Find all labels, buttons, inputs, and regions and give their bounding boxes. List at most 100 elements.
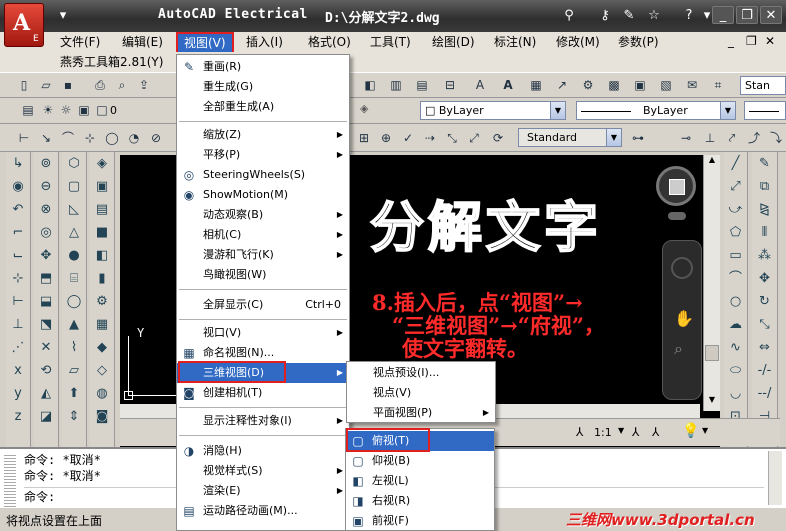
menu-item-render[interactable]: 渲染(E) ▶ — [177, 481, 349, 501]
menu-item-clean-screen[interactable]: 全屏显示(C) Ctrl+0 — [177, 295, 349, 315]
menu-tools[interactable]: 工具(T) — [367, 34, 414, 51]
pyramid-icon[interactable]: ▲ — [63, 314, 85, 336]
dimension-style-combo[interactable]: Standard ▼ — [518, 128, 622, 147]
stack-icon[interactable]: ▤ — [91, 199, 113, 221]
ucs-object-icon[interactable]: ⌙ — [7, 245, 29, 267]
dim-text-edit-icon[interactable]: ⤢ — [464, 128, 484, 148]
intersect-icon[interactable]: ⊗ — [35, 199, 57, 221]
menu-item-regen-all[interactable]: 全部重生成(A) — [177, 97, 349, 117]
menu-item-zoom[interactable]: 缩放(Z) ▶ — [177, 125, 349, 145]
polygon-icon[interactable]: ⬠ — [725, 222, 747, 244]
color-faces-icon[interactable]: ◪ — [35, 406, 57, 428]
binoculars-icon[interactable]: ⚲ — [560, 8, 578, 24]
gear-icon[interactable]: ⚙ — [91, 291, 113, 313]
scroll-down-icon[interactable]: ▼ — [705, 395, 719, 409]
extend-icon[interactable]: ⤴ — [744, 128, 764, 148]
offset-faces-icon[interactable]: ⬔ — [35, 314, 57, 336]
menu-yanxiu-toolbox[interactable]: 燕秀工具箱2.81(Y) — [57, 54, 166, 71]
close-button[interactable]: ✕ — [760, 6, 782, 24]
dimension-style-icon[interactable]: ⊟ — [440, 75, 460, 95]
snap-line-icon[interactable]: ⊸ — [676, 128, 696, 148]
diameter-icon[interactable]: ⊘ — [146, 128, 166, 148]
dim-style-manager-icon[interactable]: ⊶ — [628, 128, 648, 148]
save-icon[interactable]: ▪ — [58, 75, 78, 95]
menu-item-orbit[interactable]: 动态观察(B) ▶ — [177, 205, 349, 225]
arc-length-icon[interactable]: ⌒ — [58, 128, 78, 148]
ring-icon[interactable]: ◎ — [35, 222, 57, 244]
extrude-faces-icon[interactable]: ⬒ — [35, 268, 57, 290]
subtract-icon[interactable]: ⊖ — [35, 176, 57, 198]
union-icon[interactable]: ⊚ — [35, 153, 57, 175]
menu-dimension[interactable]: 标注(N) — [491, 34, 539, 51]
menu-item-pan[interactable]: 平移(P) ▶ — [177, 145, 349, 165]
menu-item-redraw[interactable]: ✎ 重画(R) — [177, 57, 349, 77]
wedge-icon[interactable]: ◺ — [63, 199, 85, 221]
key-icon[interactable]: ⚷ — [596, 8, 614, 24]
table-style-icon[interactable]: ▦ — [526, 75, 546, 95]
menu-item-named-views[interactable]: ▦ 命名视图(N)... — [177, 343, 349, 363]
polysolid-icon[interactable]: ⬡ — [63, 153, 85, 175]
cone-icon[interactable]: △ — [63, 222, 85, 244]
menu-item-visual-styles[interactable]: 视觉样式(S) ▶ — [177, 461, 349, 481]
quick-access-dropdown-icon[interactable]: ▾ — [54, 8, 72, 24]
vertical-scrollbar[interactable]: ▲ ▼ — [703, 155, 720, 411]
menu-item-walk-fly[interactable]: 漫游和飞行(K) ▶ — [177, 245, 349, 265]
command-scrollbar[interactable] — [768, 451, 782, 505]
print-preview-icon[interactable]: ⌕ — [112, 75, 132, 95]
text-style-icon[interactable]: A — [470, 75, 490, 95]
application-menu-button[interactable]: A E — [4, 3, 44, 47]
minimize-button[interactable]: _ — [712, 6, 734, 24]
new-file-icon[interactable]: ▯ — [14, 75, 34, 95]
rotate-faces-icon[interactable]: ⟲ — [35, 360, 57, 382]
extend-icon[interactable]: --/ — [754, 383, 776, 405]
trim-icon[interactable]: -/- — [754, 360, 776, 382]
menu-item-left-view[interactable]: ◧ 左视(L) — [346, 471, 494, 491]
spline-icon[interactable]: ∿ — [725, 337, 747, 359]
menu-item-create-camera[interactable]: ◙ 创建相机(T) — [177, 383, 349, 403]
move-faces-icon[interactable]: ⬓ — [35, 291, 57, 313]
mirror-icon[interactable]: ⧎ — [754, 199, 776, 221]
delete-faces-icon[interactable]: ✕ — [35, 337, 57, 359]
copy-icon[interactable]: ⧉ — [754, 176, 776, 198]
sphere-solid-icon[interactable]: ◍ — [91, 383, 113, 405]
jogged-icon[interactable]: ◔ — [124, 128, 144, 148]
lineweight-combo[interactable] — [744, 101, 786, 120]
viewcube-face[interactable] — [669, 179, 685, 195]
menu-item-front-view[interactable]: ▣ 前视(F) — [346, 511, 494, 531]
presspull-icon[interactable]: ⇕ — [63, 406, 85, 428]
menu-format[interactable]: 格式(O) — [305, 34, 354, 51]
doc-minimize-icon[interactable]: _ — [728, 34, 734, 48]
circle-icon[interactable]: ○ — [725, 291, 747, 313]
menu-view[interactable]: 视图(V) — [176, 32, 234, 54]
scroll-up-icon[interactable]: ▲ — [705, 155, 719, 169]
ucs-icon[interactable]: ↳ — [7, 153, 29, 175]
tangent-icon[interactable]: ⤤ — [722, 128, 742, 148]
ucs-view-icon[interactable]: ⊹ — [7, 268, 29, 290]
menu-item-annotative-objects[interactable]: 显示注释性对象(I) ▶ — [177, 411, 349, 431]
solid-box-icon[interactable]: ■ — [91, 222, 113, 244]
annotation-scale[interactable]: 1:1 — [594, 426, 612, 439]
menu-item-camera[interactable]: 相机(C) ▶ — [177, 225, 349, 245]
menu-item-viewpoint[interactable]: 视点(V) — [347, 383, 495, 403]
box-icon[interactable]: ▢ — [63, 176, 85, 198]
steering-wheel-icon[interactable] — [671, 257, 693, 279]
color-combo[interactable]: □ ByLayer ▼ — [420, 101, 566, 120]
ellipse-icon[interactable]: ⬭ — [725, 360, 747, 382]
menu-file[interactable]: 文件(F) — [57, 34, 103, 51]
block-icon[interactable]: ▣ — [91, 176, 113, 198]
diamond-icon[interactable]: ◇ — [91, 360, 113, 382]
multileader-style-icon[interactable]: ↗ — [552, 75, 572, 95]
revcloud-icon[interactable]: ☁ — [725, 314, 747, 336]
ucs-y-icon[interactable]: y — [7, 383, 29, 405]
erase-icon[interactable]: ✎ — [754, 153, 776, 175]
menu-item-plan-view[interactable]: 平面视图(P) ▶ — [347, 403, 495, 423]
menu-item-motion-path[interactable]: ▤ 运动路径动画(M)... — [177, 501, 349, 521]
quickcalc-icon[interactable]: ⌗ — [708, 75, 728, 95]
menu-parametric[interactable]: 参数(P) — [615, 34, 662, 51]
pan-hand-icon[interactable]: ✋ — [674, 309, 694, 328]
publish-icon[interactable]: ⇪ — [134, 75, 154, 95]
wcs-menu-icon[interactable] — [668, 212, 686, 220]
tolerance-icon[interactable]: ⊞ — [354, 128, 374, 148]
annotation-visibility-icon[interactable]: ⅄ — [632, 425, 639, 439]
ucs-world-icon[interactable]: ◉ — [7, 176, 29, 198]
